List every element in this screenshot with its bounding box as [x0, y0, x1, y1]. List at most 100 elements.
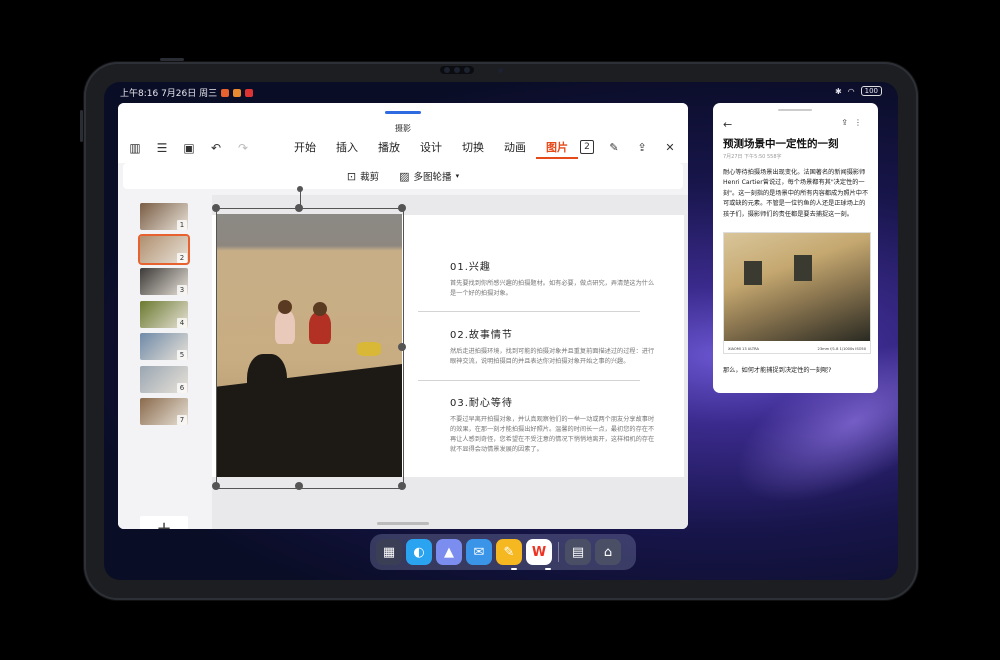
back-arrow-icon[interactable]: ← — [723, 118, 732, 131]
menu-icon[interactable]: ☰ — [153, 139, 171, 157]
multi-window-app-icon[interactable]: ▤ — [565, 539, 591, 565]
status-bar-left: 上午8:16 7月26日 周三 — [120, 86, 254, 99]
wps-office-app-icon[interactable]: W — [526, 539, 552, 565]
section-title: 03.耐心等待 — [450, 398, 513, 409]
window-drag-handle[interactable] — [385, 111, 421, 114]
slide-thumbnail[interactable]: 7 — [140, 398, 188, 425]
slide-thumbnail[interactable]: 6 — [140, 365, 188, 393]
photo-window — [794, 255, 812, 281]
share-icon[interactable]: ⇪ — [634, 139, 650, 155]
article-photo-image — [724, 233, 870, 341]
close-icon[interactable]: ✕ — [662, 139, 678, 155]
photo-caption-exif: 23mm f/1.8 1/1000s ISO50 — [817, 347, 866, 351]
browser-app-icon[interactable]: ◐ — [406, 539, 432, 565]
article-window: ← ⇪⋮ 预测场景中一定性的一刻 7月27日 下午5:50 558字 耐心等待拍… — [713, 103, 878, 393]
section-text: 首先要找到你所感兴趣的拍摄题材。如有必要，做点研究，弄清楚这为什么是一个好的拍摄… — [450, 280, 655, 297]
window-title: 摄影 — [395, 124, 411, 133]
volume-button — [80, 110, 83, 142]
resize-handle[interactable] — [398, 482, 406, 490]
notification-icon — [233, 88, 242, 97]
undo-icon[interactable]: ↶ — [207, 139, 225, 157]
ribbon-menu: 开始 插入 播放 设计 切换 动画 图片 — [284, 139, 578, 159]
dock: ▦ ◐ ▲ ✉ ✎ W ▤ ⌂ — [370, 534, 636, 570]
divider — [418, 311, 640, 312]
slide-thumbnail[interactable]: 4 — [140, 300, 188, 328]
running-indicator — [545, 568, 551, 570]
section-title: 01.兴趣 — [450, 262, 491, 273]
multi-carousel-button[interactable]: ▨ 多图轮播 ▾ — [399, 169, 460, 184]
sensor-dot — [498, 68, 503, 73]
carousel-icon: ▨ — [399, 169, 410, 183]
window-home-indicator[interactable] — [377, 522, 429, 525]
notes-app-icon[interactable]: ✎ — [496, 539, 522, 565]
slide-thumbnail[interactable]: 3 — [140, 268, 188, 295]
share-icon[interactable]: ⇪ — [841, 118, 854, 127]
chevron-down-icon: ▾ — [455, 172, 460, 180]
section-title: 02.故事情节 — [450, 330, 513, 341]
menu-tab[interactable]: 设计 — [410, 139, 452, 159]
article-photo[interactable]: XIAOMI 13 ULTRA 23mm f/1.8 1/1000s ISO50 — [723, 232, 871, 354]
menu-tab[interactable]: 动画 — [494, 139, 536, 159]
slide-thumbnail[interactable]: 2 — [138, 233, 190, 265]
redo-icon[interactable]: ↷ — [234, 139, 252, 157]
menu-tab[interactable]: 插入 — [326, 139, 368, 159]
power-button — [160, 58, 184, 61]
resize-handle[interactable] — [398, 204, 406, 212]
photo-shadow-figure — [247, 354, 287, 414]
home-app-icon[interactable]: ⌂ — [595, 539, 621, 565]
mail-app-icon[interactable]: ✉ — [466, 539, 492, 565]
window-drag-handle[interactable] — [778, 109, 812, 111]
slide-thumbnail[interactable]: 1 — [140, 203, 188, 230]
more-icon[interactable]: ⋮ — [854, 118, 868, 127]
article-tools: ⇪⋮ — [841, 118, 868, 127]
article-question: 那么，如何才能捕捉到决定性的一刻呢? — [723, 367, 832, 374]
rotate-handle[interactable] — [297, 186, 303, 192]
crop-button[interactable]: ⊡ 裁剪 — [346, 169, 379, 184]
article-title: 预测场景中一定性的一刻 — [723, 138, 839, 150]
slide-section-1[interactable]: 01.兴趣 首先要找到你所感兴趣的拍摄题材。如有必要，做点研究，弄清楚这为什么是… — [450, 258, 660, 299]
photo-shadow — [217, 364, 402, 477]
battery-indicator: 100 — [860, 86, 882, 96]
menu-tab[interactable]: 图片 — [536, 139, 578, 159]
slide-photo[interactable] — [217, 214, 402, 477]
wifi-icon: ◠ — [847, 86, 855, 96]
photo-child-head — [278, 300, 292, 314]
menu-tab[interactable]: 播放 — [368, 139, 410, 159]
photo-child-head — [313, 302, 327, 316]
resize-handle[interactable] — [295, 204, 303, 212]
gallery-app-icon[interactable]: ▲ — [436, 539, 462, 565]
resize-handle[interactable] — [295, 482, 303, 490]
slide-section-2[interactable]: 02.故事情节 然后走进拍摄环境，找到可能的拍摄对象并且重复前面描述过的过程：进… — [450, 326, 660, 367]
slide-section-3[interactable]: 03.耐心等待 不要过早离开拍摄对象，并认真观察他们的一举一动或两个朋友分享故事… — [450, 394, 660, 455]
resize-handle[interactable] — [212, 204, 220, 212]
slide-number: 1 — [177, 220, 187, 230]
app-grid-app-icon[interactable]: ▦ — [376, 539, 402, 565]
photo-window — [744, 261, 762, 285]
section-text: 然后走进拍摄环境，找到可能的拍摄对象并且重复前面描述过的过程：进行眼神交流，说明… — [450, 348, 655, 365]
running-indicator — [511, 568, 517, 570]
status-time-date: 上午8:16 7月26日 周三 — [120, 89, 218, 99]
crop-icon: ⊡ — [346, 169, 357, 183]
divider — [418, 380, 640, 381]
pen-icon[interactable]: ✎ — [606, 139, 622, 155]
window-titlebar: 摄影 ▥ ☰ ▣ ↶ ↷ 开始 插入 播放 设计 切换 动画 图片 2 ✎ ⇪ ✕ — [118, 103, 688, 163]
dock-separator — [558, 542, 559, 562]
photo-child-right — [309, 312, 331, 344]
bluetooth-icon: ✱ — [834, 86, 842, 96]
menu-tab[interactable]: 切换 — [452, 139, 494, 159]
resize-handle[interactable] — [398, 343, 406, 351]
status-bar-right: ✱ ◠ 100 — [835, 86, 882, 96]
front-camera — [440, 66, 474, 74]
menu-tab[interactable]: 开始 — [284, 139, 326, 159]
notification-icon — [245, 88, 254, 97]
add-slide-button[interactable]: + — [140, 516, 188, 529]
slide-number: 3 — [177, 285, 187, 295]
save-icon[interactable]: ▣ — [180, 139, 198, 157]
slide-thumbnail[interactable]: 5 — [140, 333, 188, 360]
page-count-button[interactable]: 2 — [580, 140, 594, 154]
slide-number: 2 — [177, 252, 187, 263]
resize-handle[interactable] — [212, 482, 220, 490]
slide-number: 7 — [177, 415, 187, 425]
picture-subtoolbar: ⊡ 裁剪 ▨ 多图轮播 ▾ — [123, 163, 683, 189]
outline-panel-icon[interactable]: ▥ — [126, 139, 144, 157]
